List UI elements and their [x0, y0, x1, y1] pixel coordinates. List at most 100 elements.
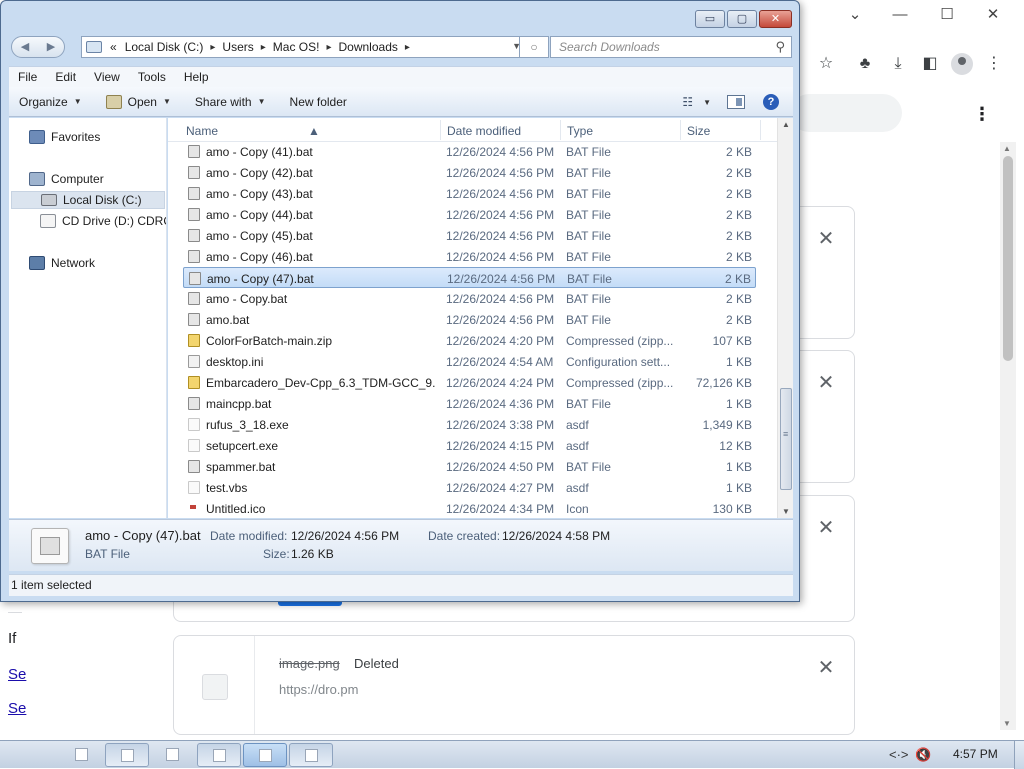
breadcrumb-mac-os[interactable]: Mac OS!	[269, 40, 324, 54]
table-row[interactable]: test.vbs 12/26/2024 4:27 PM asdf 1 KB	[183, 477, 756, 498]
menu-edit[interactable]: Edit	[46, 70, 85, 84]
table-row[interactable]: spammer.bat 12/26/2024 4:50 PM BAT File 1 K…	[183, 456, 756, 477]
close-button[interactable]: ✕	[759, 10, 792, 28]
address-bar[interactable]: « Local Disk (C:) ▸ Users ▸ Mac OS! ▸ Do…	[81, 36, 528, 58]
taskbar-app-button[interactable]	[105, 743, 149, 767]
file-list-pane: ▲ Name Date modified Type Size amo - Cop…	[168, 118, 793, 518]
network-tray-icon[interactable]: <·>	[889, 747, 909, 762]
maximize-button[interactable]: ☐	[932, 4, 962, 26]
table-row[interactable]: setupcert.exe 12/26/2024 4:15 PM asdf 12 KB	[183, 435, 756, 456]
download-source-url[interactable]: https://dro.pm	[279, 682, 358, 697]
column-date-modified[interactable]: Date modified	[447, 124, 521, 138]
breadcrumb-overflow[interactable]: «	[106, 40, 121, 54]
table-row[interactable]: amo - Copy (47).bat 12/26/2024 4:56 PM BAT…	[183, 267, 756, 288]
menu-file[interactable]: File	[9, 70, 46, 84]
column-name[interactable]: Name	[186, 124, 218, 138]
nav-favorites[interactable]: Favorites	[29, 130, 100, 144]
search-icon[interactable]: ⚲	[775, 39, 785, 55]
table-row[interactable]: rufus_3_18.exe 12/26/2024 3:38 PM asdf 1,34…	[183, 414, 756, 435]
table-row[interactable]: maincpp.bat 12/26/2024 4:36 PM BAT File 1 K…	[183, 393, 756, 414]
maximize-button[interactable]: ▢	[727, 10, 757, 28]
downloads-menu-icon[interactable]: ⋮	[972, 102, 992, 126]
page-link-fragment[interactable]: Se	[8, 666, 26, 683]
close-button[interactable]: ✕	[978, 4, 1008, 26]
browser-scrollbar[interactable]: ▲ ▼	[1000, 142, 1016, 730]
table-row[interactable]: Untitled.ico 12/26/2024 4:34 PM Icon 130 KB	[183, 498, 756, 518]
search-input[interactable]	[557, 37, 769, 57]
bookmark-star-icon[interactable]: ☆	[814, 52, 838, 76]
table-row[interactable]: desktop.ini 12/26/2024 4:54 AM Configurati…	[183, 351, 756, 372]
nav-cd-drive[interactable]: CD Drive (D:) CDROM	[40, 214, 166, 228]
chevron-right-icon[interactable]: ▸	[402, 42, 413, 53]
preview-pane-icon[interactable]	[727, 95, 745, 109]
taskbar-app-button[interactable]	[151, 743, 195, 767]
help-icon[interactable]: ?	[763, 94, 779, 110]
organize-button[interactable]: Organize ▼	[19, 95, 88, 109]
details-date-created[interactable]: 12/26/2024 4:58 PM	[502, 529, 610, 543]
scroll-up-icon[interactable]: ▲	[782, 120, 790, 129]
scrollbar-thumb[interactable]	[1003, 156, 1013, 361]
breadcrumb-local-disk[interactable]: Local Disk (C:)	[121, 40, 208, 54]
download-icon[interactable]: ⤓	[886, 52, 910, 76]
details-date-modified[interactable]: 12/26/2024 4:56 PM	[291, 529, 399, 543]
downloads-search-field[interactable]	[790, 94, 902, 132]
chevron-right-icon[interactable]: ▸	[207, 42, 218, 53]
minimize-button[interactable]: ▭	[695, 10, 725, 28]
new-folder-button[interactable]: New folder	[290, 95, 353, 109]
table-row[interactable]: amo - Copy (42).bat 12/26/2024 4:56 PM BAT…	[183, 162, 756, 183]
column-size[interactable]: Size	[687, 124, 710, 138]
remove-download-button[interactable]: ✕	[814, 227, 838, 251]
open-button[interactable]: Open ▼	[105, 94, 177, 109]
forward-arrow-icon[interactable]: ▶	[38, 37, 64, 57]
page-link-fragment[interactable]: Se	[8, 700, 26, 717]
share-with-button[interactable]: Share with ▼	[195, 95, 272, 109]
taskbar-app-button[interactable]	[289, 743, 333, 767]
nav-local-disk[interactable]: Local Disk (C:)	[11, 191, 165, 209]
taskbar-app-button[interactable]	[197, 743, 241, 767]
tab-search-button[interactable]: ⌄	[840, 4, 870, 26]
menu-view[interactable]: View	[85, 70, 129, 84]
download-file-name[interactable]: image.png	[279, 656, 340, 671]
breadcrumb-users[interactable]: Users	[218, 40, 257, 54]
remove-download-button[interactable]: ✕	[814, 516, 838, 540]
chevron-right-icon[interactable]: ▸	[323, 42, 334, 53]
menu-help[interactable]: Help	[175, 70, 218, 84]
scroll-down-icon[interactable]: ▼	[782, 507, 790, 516]
menu-kebab-icon[interactable]: ⋮	[982, 52, 1006, 76]
back-arrow-icon[interactable]: ◀	[12, 37, 38, 57]
breadcrumb-downloads[interactable]: Downloads	[335, 40, 402, 54]
taskbar-clock[interactable]: 4:57 PM	[953, 747, 998, 761]
nav-computer[interactable]: Computer	[29, 172, 104, 186]
scroll-down-icon[interactable]: ▼	[1003, 719, 1011, 728]
new-folder-label: New folder	[289, 94, 347, 109]
table-row[interactable]: Embarcadero_Dev-Cpp_6.3_TDM-GCC_9.... 12/…	[183, 372, 756, 393]
table-row[interactable]: amo - Copy (41).bat 12/26/2024 4:56 PM BAT…	[183, 141, 756, 162]
table-row[interactable]: amo.bat 12/26/2024 4:56 PM BAT File 2 KB	[183, 309, 756, 330]
scrollbar-thumb[interactable]	[780, 388, 792, 490]
change-view-button[interactable]: ☷ ▼	[682, 95, 711, 109]
table-row[interactable]: amo - Copy.bat 12/26/2024 4:56 PM BAT File…	[183, 288, 756, 309]
taskbar-explorer-button[interactable]	[243, 743, 287, 767]
side-panel-icon[interactable]: ◧	[918, 52, 942, 76]
scroll-up-icon[interactable]: ▲	[1003, 144, 1011, 153]
refresh-button[interactable]: ○	[519, 36, 549, 58]
remove-download-button[interactable]: ✕	[814, 656, 838, 680]
volume-muted-icon[interactable]: 🔇	[915, 747, 931, 763]
chevron-right-icon[interactable]: ▸	[258, 42, 269, 53]
extension-icon[interactable]: ♣	[853, 52, 877, 76]
minimize-button[interactable]: —	[885, 4, 915, 26]
table-row[interactable]: amo - Copy (44).bat 12/26/2024 4:56 PM BAT…	[183, 204, 756, 225]
show-desktop-button[interactable]	[1014, 741, 1024, 769]
file-name: Untitled.ico	[206, 502, 266, 516]
remove-download-button[interactable]: ✕	[814, 371, 838, 395]
file-list-scrollbar[interactable]: ▲ ▼	[777, 118, 793, 518]
taskbar-app-button[interactable]	[60, 743, 104, 767]
menu-tools[interactable]: Tools	[129, 70, 175, 84]
table-row[interactable]: ColorForBatch-main.zip 12/26/2024 4:20 PM…	[183, 330, 756, 351]
profile-avatar[interactable]	[951, 53, 973, 75]
column-type[interactable]: Type	[567, 124, 593, 138]
table-row[interactable]: amo - Copy (43).bat 12/26/2024 4:56 PM BAT…	[183, 183, 756, 204]
table-row[interactable]: amo - Copy (46).bat 12/26/2024 4:56 PM BAT…	[183, 246, 756, 267]
table-row[interactable]: amo - Copy (45).bat 12/26/2024 4:56 PM BAT…	[183, 225, 756, 246]
nav-network[interactable]: Network	[29, 256, 95, 270]
